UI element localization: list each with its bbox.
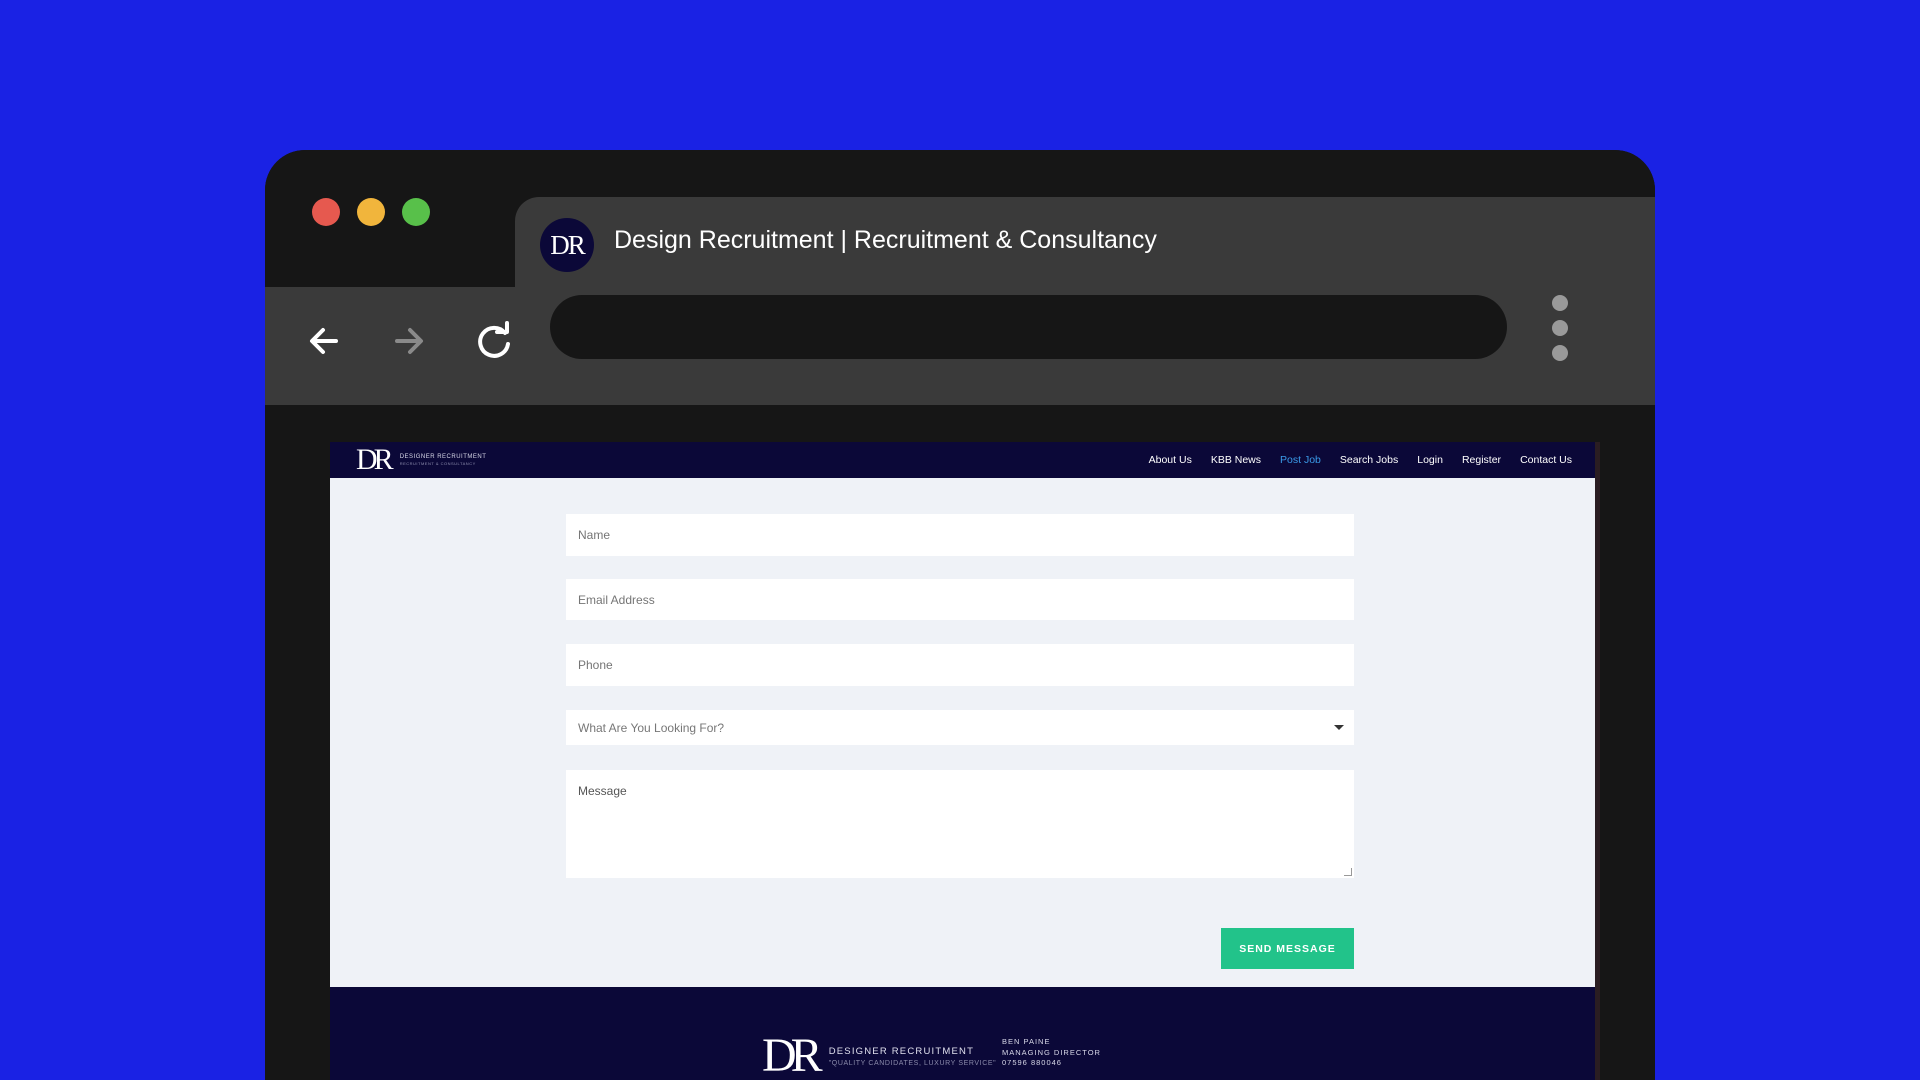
- footer-tagline: "QUALITY CANDIDATES, LUXURY SERVICE": [828, 1059, 997, 1067]
- page-viewport: DR DESIGNER RECRUITMENT RECRUITMENT & CO…: [265, 405, 1655, 1080]
- menu-dot: [1552, 295, 1568, 311]
- address-bar[interactable]: [550, 295, 1507, 359]
- arrow-left-icon: [310, 328, 338, 354]
- contact-phone[interactable]: 07596 880046: [1002, 1058, 1101, 1069]
- caret-down-icon: [1334, 725, 1344, 730]
- message-placeholder: Message: [578, 784, 627, 798]
- message-field[interactable]: Message: [566, 770, 1354, 878]
- nav-contact-us[interactable]: Contact Us: [1520, 454, 1572, 466]
- page-scroll-edge: [1595, 442, 1600, 1080]
- site-logo[interactable]: DR DESIGNER RECRUITMENT RECRUITMENT & CO…: [356, 444, 486, 476]
- name-field[interactable]: [566, 514, 1354, 556]
- nav-post-job[interactable]: Post Job: [1280, 454, 1321, 466]
- nav-search-jobs[interactable]: Search Jobs: [1340, 454, 1398, 466]
- logo-line-2: RECRUITMENT & CONSULTANCY: [399, 461, 476, 466]
- footer-logo-mark: DR: [762, 1029, 823, 1080]
- footer-logo: DR DESIGNER RECRUITMENT "QUALITY CANDIDA…: [762, 1032, 996, 1080]
- tab-title: Design Recruitment | Recruitment & Consu…: [614, 226, 1157, 254]
- looking-for-select[interactable]: What Are You Looking For?: [566, 710, 1354, 745]
- footer-contact: BEN PAINE MANAGING DIRECTOR 07596 880046: [1002, 1037, 1101, 1069]
- arrow-right-icon: [395, 328, 423, 354]
- contact-role: MANAGING DIRECTOR: [1002, 1047, 1101, 1057]
- favicon-icon: DR: [540, 218, 594, 272]
- nav-about-us[interactable]: About Us: [1149, 454, 1192, 466]
- minimize-window-button[interactable]: [357, 198, 385, 226]
- nav-register[interactable]: Register: [1462, 454, 1501, 466]
- close-window-button[interactable]: [312, 198, 340, 226]
- reload-button[interactable]: [470, 317, 518, 365]
- reload-icon: [478, 321, 510, 358]
- footer-wordmark: DESIGNER RECRUITMENT "QUALITY CANDIDATES…: [829, 1046, 997, 1067]
- back-button[interactable]: [300, 317, 348, 365]
- select-value: What Are You Looking For?: [578, 720, 725, 735]
- site-nav: About Us KBB News Post Job Search Jobs L…: [1149, 442, 1572, 478]
- contact-name: BEN PAINE: [1002, 1037, 1051, 1046]
- forward-button[interactable]: [385, 317, 433, 365]
- logo-line-1: DESIGNER RECRUITMENT: [399, 454, 487, 460]
- menu-dot: [1552, 320, 1568, 336]
- menu-dot: [1552, 345, 1568, 361]
- nav-kbb-news[interactable]: KBB News: [1211, 454, 1261, 466]
- email-field[interactable]: [566, 579, 1354, 620]
- browser-window: DR Design Recruitment | Recruitment & Co…: [265, 150, 1655, 1080]
- resize-grip-icon[interactable]: [1344, 868, 1352, 876]
- send-message-button[interactable]: SEND MESSAGE: [1221, 928, 1354, 969]
- nav-login[interactable]: Login: [1417, 454, 1443, 466]
- footer-logo-line-1: DESIGNER RECRUITMENT: [828, 1045, 975, 1057]
- web-page: DR DESIGNER RECRUITMENT RECRUITMENT & CO…: [330, 442, 1595, 1080]
- site-header: DR DESIGNER RECRUITMENT RECRUITMENT & CO…: [330, 442, 1595, 478]
- phone-field[interactable]: [566, 644, 1354, 686]
- logo-mark: DR: [356, 443, 394, 476]
- browser-toolbar: [265, 287, 1655, 405]
- maximize-window-button[interactable]: [402, 198, 430, 226]
- site-footer: DR DESIGNER RECRUITMENT "QUALITY CANDIDA…: [330, 987, 1595, 1080]
- logo-wordmark: DESIGNER RECRUITMENT RECRUITMENT & CONSU…: [400, 454, 487, 466]
- kebab-menu-icon[interactable]: [1548, 295, 1572, 365]
